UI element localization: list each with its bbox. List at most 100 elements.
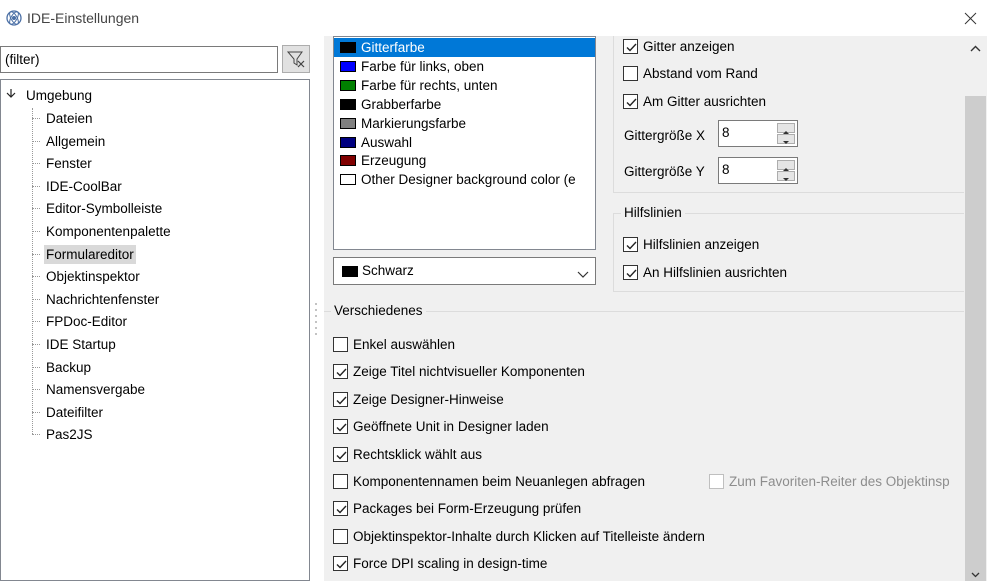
tree-connector <box>32 140 40 142</box>
spin-down-button[interactable] <box>777 171 795 181</box>
scroll-up-button[interactable] <box>964 36 987 62</box>
window-title: IDE-Einstellungen <box>27 10 140 26</box>
funnel-clear-icon <box>286 51 305 68</box>
checkbox-box[interactable] <box>333 391 348 407</box>
checkbox-box[interactable] <box>623 265 638 280</box>
misc-option-label: Packages bei Form-Erzeugung prüfen <box>353 501 582 517</box>
color-list-item[interactable]: Farbe für rechts, unten <box>334 76 595 95</box>
color-item-label: Other Designer background color (e <box>361 172 576 188</box>
checkbox-box[interactable] <box>709 474 724 489</box>
color-item-label: Markierungsfarbe <box>361 115 467 131</box>
scroll-down-button[interactable] <box>964 568 987 581</box>
color-swatch <box>342 266 358 277</box>
checkmark-icon <box>626 43 637 52</box>
tree-item-label: Allgemein <box>46 133 106 149</box>
color-list-item[interactable]: Markierungsfarbe <box>334 114 595 133</box>
tree-item-label: FPDoc-Editor <box>46 314 128 330</box>
spin-down-button[interactable] <box>777 134 795 144</box>
close-icon[interactable] <box>958 6 982 30</box>
spin-up-button[interactable] <box>777 123 795 134</box>
color-swatch <box>340 117 356 129</box>
misc-option-label: Zeige Titel nichtvisueller Komponenten <box>353 364 585 380</box>
checkmark-icon <box>626 241 637 250</box>
checkmark-icon <box>336 560 347 569</box>
tree-connector <box>32 208 40 210</box>
checkbox-box[interactable] <box>333 337 348 352</box>
grid-size-y-spinedit[interactable]: 8 <box>718 157 798 184</box>
tree-connector <box>32 321 40 323</box>
checkbox-box[interactable] <box>623 66 638 81</box>
color-item-label: Farbe für rechts, unten <box>361 77 498 93</box>
scroll-thumb[interactable] <box>965 96 986 581</box>
tree-item-label: Dateifilter <box>46 404 104 420</box>
color-listbox[interactable]: Gitterfarbe Farbe für links, oben Farbe fü… <box>333 36 596 250</box>
tree-item-label: Nachrichtenfenster <box>46 291 160 307</box>
tree-item-label: Fenster <box>46 156 92 172</box>
color-combobox[interactable]: Schwarz <box>333 257 596 285</box>
color-swatch <box>340 155 356 167</box>
tree-connector <box>32 231 40 232</box>
checkbox-box[interactable] <box>333 474 348 489</box>
color-swatch <box>340 98 356 110</box>
checkbox-box[interactable] <box>623 94 638 109</box>
misc-option-label: Enkel auswählen <box>353 337 456 352</box>
checkmark-icon <box>626 98 637 107</box>
grid-size-x-spinedit[interactable]: 8 <box>718 120 798 147</box>
tree-connector <box>32 185 40 187</box>
lazarus-app-icon <box>5 9 23 27</box>
options-tree[interactable]: Umgebung Dateien Allgemein Fenster IDE-Cool… <box>0 79 310 581</box>
misc-option-label: Objektinspektor-Inhalte durch Klicken au… <box>353 528 705 544</box>
color-item-label: Gitterfarbe <box>361 40 425 55</box>
color-list-item[interactable]: Other Designer background color (e <box>334 170 595 189</box>
checkbox-box[interactable] <box>623 237 638 252</box>
tree-item-label: Namensvergabe <box>46 382 146 398</box>
color-combo-value: Schwarz <box>362 263 414 278</box>
color-swatch <box>340 136 356 148</box>
title-bar: IDE-Einstellungen <box>0 0 987 36</box>
color-item-label: Farbe für links, oben <box>361 58 485 74</box>
spin-up-button[interactable] <box>777 160 795 171</box>
color-list-item[interactable]: Farbe für links, oben <box>334 57 595 76</box>
checkbox-box[interactable] <box>333 419 348 435</box>
color-list-item[interactable]: Grabberfarbe <box>334 95 595 114</box>
tree-connector <box>32 163 40 165</box>
color-list-item[interactable]: Gitterfarbe <box>334 38 595 57</box>
tree-item-label: IDE-CoolBar <box>46 178 122 194</box>
grid-size-x-label: Gittergröße X <box>624 128 706 143</box>
tree-connector <box>32 108 33 434</box>
tree-item-label: Editor-Symbolleiste <box>46 201 163 217</box>
tree-connector <box>32 411 40 413</box>
checkbox-box[interactable] <box>333 501 348 517</box>
chevron-down-icon[interactable] <box>577 267 589 278</box>
color-item-label: Erzeugung <box>361 153 427 169</box>
misc-group-title: Verschiedenes <box>331 303 426 318</box>
tree-connector <box>32 366 40 368</box>
checkbox-box[interactable] <box>333 528 348 544</box>
chevron-down-icon[interactable] <box>5 89 17 101</box>
chevron-down-icon <box>971 572 980 578</box>
splitter-grip[interactable] <box>314 300 318 340</box>
checkbox-box[interactable] <box>333 556 348 572</box>
tree-connector <box>32 276 40 278</box>
tree-item-label: IDE Startup <box>46 337 116 352</box>
checkbox-box[interactable] <box>333 446 348 462</box>
tree-connector <box>32 118 40 119</box>
tree-item-label: Formulareditor <box>44 244 136 264</box>
color-list-item[interactable]: Auswahl <box>334 133 595 152</box>
misc-option-label: Zeige Designer-Hinweise <box>353 391 504 407</box>
checkbox-box[interactable] <box>333 364 348 380</box>
checkbox-box[interactable] <box>623 39 638 54</box>
misc-option-label: Force DPI scaling in design-time <box>353 556 548 572</box>
misc-option-label: Geöffnete Unit in Designer laden <box>353 419 549 435</box>
vertical-scrollbar[interactable] <box>964 36 987 581</box>
color-list-item[interactable]: Erzeugung <box>334 151 595 170</box>
clear-filter-button[interactable] <box>282 45 310 73</box>
checkmark-icon <box>336 423 347 432</box>
tree-root-label: Umgebung <box>26 88 93 103</box>
tree-item-label: Dateien <box>46 111 93 126</box>
filter-input[interactable] <box>0 46 278 73</box>
checkmark-icon <box>336 368 347 377</box>
misc-option-label: Komponentennamen beim Neuanlegen abfrage… <box>353 474 645 489</box>
misc-option-label: Rechtsklick wählt aus <box>353 446 483 462</box>
color-swatch <box>340 174 356 186</box>
